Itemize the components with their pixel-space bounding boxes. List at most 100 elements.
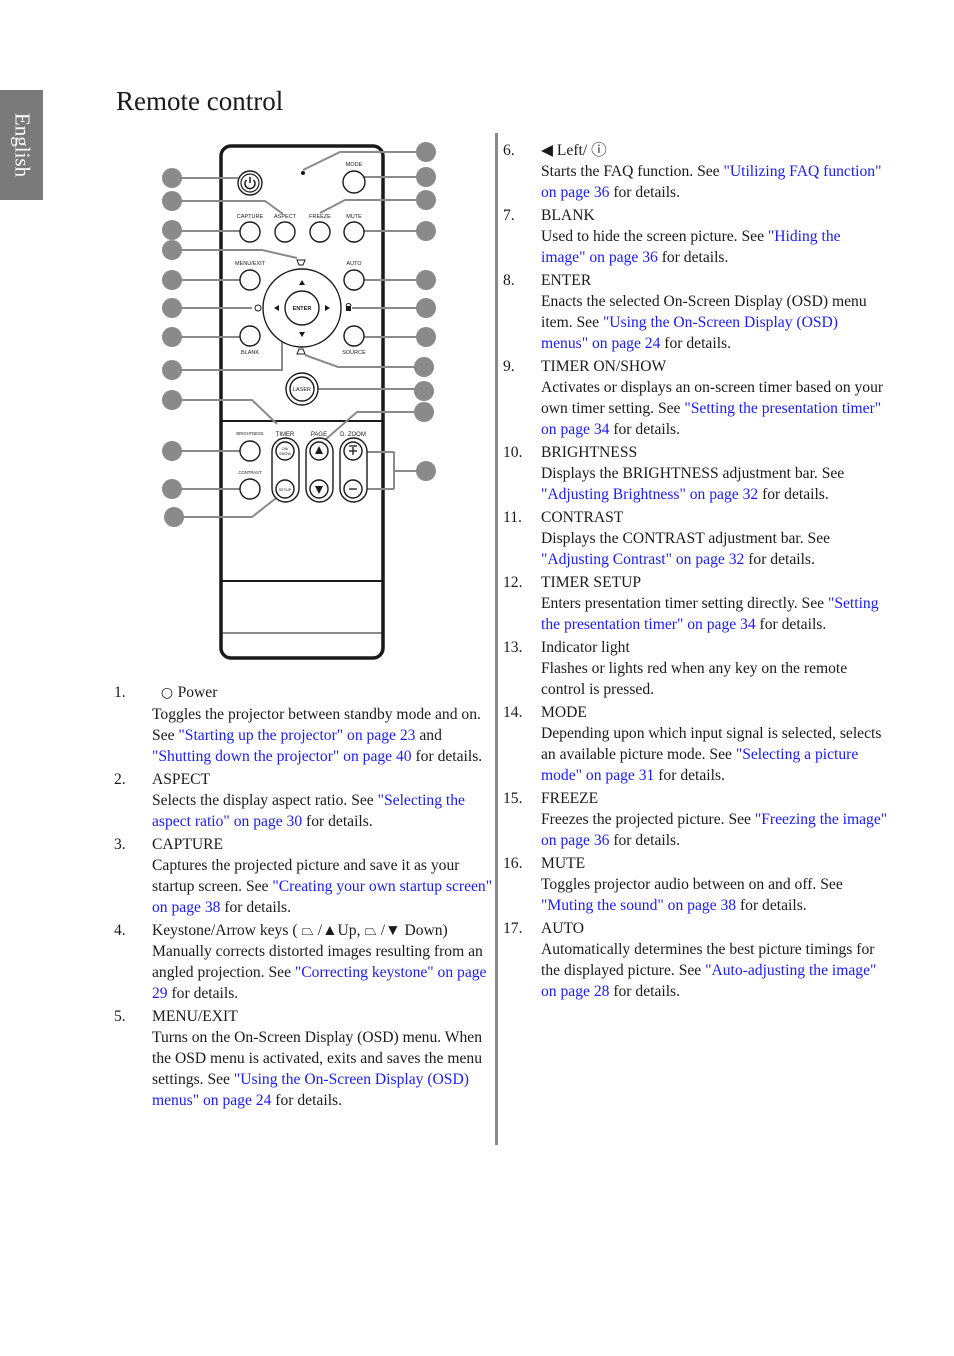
- lock-icon: [346, 306, 351, 311]
- item-title-text: AUTO: [541, 920, 585, 937]
- item-number: 8.: [503, 272, 515, 289]
- item-title-text: BLANK: [541, 207, 595, 224]
- item-heading: 15. FREEZE: [503, 788, 888, 809]
- item-title-text: FREEZE: [541, 790, 599, 807]
- cross-reference-link[interactable]: "Muting the sound" on page 38: [541, 897, 736, 914]
- item-description: Used to hide the screen picture. See "Hi…: [541, 226, 888, 268]
- description-text: for details.: [609, 983, 681, 1000]
- item-title: CAPTURE: [152, 834, 494, 855]
- callout-markers-right: [414, 142, 436, 481]
- page-label: PAGE: [311, 432, 327, 438]
- setup-label: SETUP: [279, 488, 292, 492]
- item-number: 10.: [503, 444, 523, 461]
- description-text: for details.: [755, 616, 827, 633]
- list-item: 13. Indicator light Flashes or lights red …: [503, 637, 888, 700]
- item-list-left: 1. ○ Power Toggles the projector between …: [114, 682, 494, 1113]
- mute-button: [343, 221, 365, 243]
- auto-label: AUTO: [346, 261, 362, 267]
- item-title: ◀ Left/ ⓘ: [541, 140, 888, 161]
- item-title: TIMER SETUP: [541, 572, 888, 593]
- item-heading: 10. BRIGHTNESS: [503, 442, 888, 463]
- item-title: MODE: [541, 702, 888, 723]
- list-item: 2. ASPECT Selects the display aspect ratio…: [114, 769, 494, 832]
- freeze-label: FREEZE: [309, 214, 331, 220]
- callout-marker: [414, 357, 434, 377]
- item-title: BRIGHTNESS: [541, 442, 888, 463]
- column-divider: [495, 133, 498, 1145]
- timer-label: TIMER: [276, 432, 295, 438]
- callout-marker: [162, 220, 182, 240]
- item-title-text: MENU/EXIT: [152, 1008, 238, 1025]
- item-description: Starts the FAQ function. See "Utilizing …: [541, 161, 888, 203]
- list-item: 11. CONTRAST Displays the CONTRAST adjustm…: [503, 507, 888, 570]
- item-heading: 6. ◀ Left/ ⓘ: [503, 140, 888, 161]
- item-list-right: 6. ◀ Left/ ⓘ Starts the FAQ function. See …: [503, 140, 888, 1004]
- cross-reference-link[interactable]: "Adjusting Contrast" on page 32: [541, 551, 744, 568]
- mode-button: [342, 170, 366, 194]
- item-number: 1.: [114, 684, 126, 701]
- item-description: Activates or displays an on-screen timer…: [541, 377, 888, 440]
- language-side-tab: English: [0, 90, 43, 200]
- cross-reference-link[interactable]: "Shutting down the projector" on page 40: [152, 748, 412, 765]
- item-description: Selects the display aspect ratio. See "S…: [152, 790, 494, 832]
- item-title-text: MUTE: [541, 855, 586, 872]
- list-item: 5. MENU/EXIT Turns on the On-Screen Displa…: [114, 1006, 494, 1111]
- capture-label: CAPTURE: [237, 214, 264, 220]
- item-heading: 16. MUTE: [503, 853, 888, 874]
- description-text: for details.: [411, 748, 483, 765]
- emphasis-text: CONTRAST: [622, 530, 705, 547]
- description-text: for details.: [302, 813, 373, 830]
- callout-marker: [162, 168, 182, 188]
- description-text: Used to hide the screen picture. See: [541, 228, 768, 245]
- show-label: SHOW: [279, 452, 291, 456]
- source-label: SOURCE: [342, 350, 366, 356]
- callout-marker: [162, 360, 182, 380]
- callout-marker: [162, 270, 182, 290]
- item-heading: 9. TIMER ON/SHOW: [503, 356, 888, 377]
- item-heading: 3. CAPTURE: [114, 834, 494, 855]
- item-title-text: ◀ Left/ ⓘ: [541, 142, 607, 159]
- blank-label: BLANK: [241, 350, 259, 356]
- description-text: Toggles projector audio between on and o…: [541, 876, 843, 893]
- blank-button: [239, 325, 261, 347]
- freeze-button: [309, 221, 331, 243]
- item-title-text: ENTER: [541, 272, 592, 289]
- capture-button: [239, 221, 261, 243]
- dzoom-label: D. ZOOM: [340, 432, 366, 438]
- list-item: 10. BRIGHTNESS Displays the BRIGHTNESS adj…: [503, 442, 888, 505]
- brightness-button: [239, 440, 261, 462]
- description-text: for details.: [758, 486, 829, 503]
- description-text: Enters presentation timer setting direct…: [541, 595, 828, 612]
- item-heading: 13. Indicator light: [503, 637, 888, 658]
- item-number: 9.: [503, 358, 515, 375]
- item-description: Flashes or lights red when any key on th…: [541, 658, 888, 700]
- list-item: 4. Keystone/Arrow keys ( ⏢ /▲Up, ⏢ /▼ Dow…: [114, 920, 494, 1004]
- item-number: 16.: [503, 855, 523, 872]
- callout-marker: [414, 381, 434, 401]
- item-number: 14.: [503, 704, 523, 721]
- cross-reference-link[interactable]: "Starting up the projector" on page 23: [178, 727, 415, 744]
- item-title: ASPECT: [152, 769, 494, 790]
- item-title-text: ASPECT: [152, 771, 211, 788]
- description-text: for details.: [654, 767, 725, 784]
- on-label: ON/: [282, 447, 290, 451]
- list-item: 7. BLANK Used to hide the screen picture. …: [503, 205, 888, 268]
- auto-button: [343, 269, 365, 291]
- callout-marker: [414, 402, 434, 422]
- description-text: Displays the: [541, 465, 623, 482]
- contrast-button: [239, 478, 261, 500]
- description-text: for details.: [660, 335, 731, 352]
- item-title: AUTO: [541, 918, 888, 939]
- aspect-button: [274, 221, 296, 243]
- callout-marker: [416, 270, 436, 290]
- description-text: adjustment bar. See: [704, 530, 831, 547]
- cross-reference-link[interactable]: "Adjusting Brightness" on page 32: [541, 486, 758, 503]
- page-title: Remote control: [116, 86, 284, 116]
- item-number: 7.: [503, 207, 515, 224]
- item-description: Manually corrects distorted images resul…: [152, 941, 494, 1004]
- mode-label: MODE: [346, 162, 363, 168]
- list-item: 12. TIMER SETUP Enters presentation timer …: [503, 572, 888, 635]
- callout-marker: [416, 461, 436, 481]
- item-description: Toggles the projector between standby mo…: [152, 704, 494, 767]
- item-title-text: Indicator light: [541, 639, 630, 656]
